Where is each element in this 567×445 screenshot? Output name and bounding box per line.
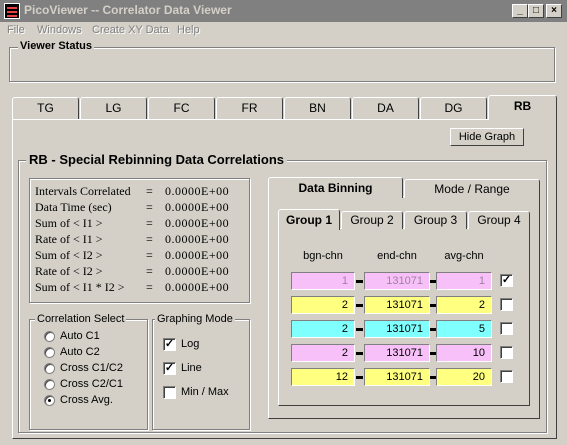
range-dash [356, 376, 363, 379]
range-dash [356, 328, 363, 331]
correlation-value: 0.0000E+00 [165, 232, 230, 246]
correlation-label: Sum of < I1 > [35, 216, 103, 230]
menu-bar: File Windows Create XY Data Help [0, 22, 567, 40]
checkbox[interactable]: ✓ [163, 338, 176, 351]
correlation-label: Sum of < I1 * I2 > [35, 280, 125, 294]
tab-rb[interactable]: RB [488, 95, 557, 120]
bgn-chn-field[interactable]: 2 [291, 344, 355, 362]
viewer-status-text [14, 56, 544, 76]
bgn-chn-field[interactable]: 2 [291, 320, 355, 338]
checkbox[interactable]: ✓ [163, 362, 176, 375]
correlation-value: 0.0000E+00 [165, 248, 230, 262]
checkbox-label[interactable]: Log [181, 338, 199, 350]
checkbox-label[interactable]: Line [181, 362, 202, 374]
section-title: RB - Special Rebinning Data Correlations [26, 152, 287, 167]
correlation-select-label: Correlation Select [35, 313, 127, 325]
avg-chn-field[interactable]: 5 [436, 320, 492, 338]
equals-sign: = [146, 216, 153, 230]
tab-dg[interactable]: DG [420, 97, 487, 119]
radio-label[interactable]: Cross C2/C1 [60, 378, 123, 390]
radio-label[interactable]: Cross Avg. [60, 394, 113, 406]
range-dash [356, 280, 363, 283]
tab-lg[interactable]: LG [80, 97, 147, 119]
radio-button[interactable] [44, 347, 55, 358]
end-chn-field[interactable]: 131071 [364, 368, 430, 386]
bgn-chn-field[interactable]: 12 [291, 368, 355, 386]
bgn-chn-field[interactable]: 2 [291, 296, 355, 314]
radio-label[interactable]: Auto C2 [60, 346, 100, 358]
range-dash [356, 304, 363, 307]
equals-sign: = [146, 184, 153, 198]
graphing-mode-label: Graphing Mode [155, 313, 235, 325]
checkbox-label[interactable]: Min / Max [181, 386, 229, 398]
maximize-button[interactable]: □ [528, 4, 544, 18]
equals-sign: = [146, 280, 153, 294]
equals-sign: = [146, 264, 153, 278]
equals-sign: = [146, 248, 153, 262]
correlation-value: 0.0000E+00 [165, 184, 230, 198]
radio-button[interactable] [44, 379, 55, 390]
correlation-label: Data Time (sec) [35, 200, 112, 214]
radio-label[interactable]: Auto C1 [60, 330, 100, 342]
correlation-value: 0.0000E+00 [165, 264, 230, 278]
tab-group-2[interactable]: Group 2 [341, 211, 403, 229]
menu-file[interactable]: File [7, 24, 25, 36]
tab-tg[interactable]: TG [12, 97, 79, 119]
end-chn-field[interactable]: 131071 [364, 296, 430, 314]
minimize-button[interactable]: _ [512, 4, 528, 18]
correlation-label: Sum of < I2 > [35, 248, 103, 262]
window-title: PicoViewer -- Correlator Data Viewer [24, 3, 232, 17]
radio-button[interactable] [44, 331, 55, 342]
menu-windows[interactable]: Windows [37, 24, 82, 36]
equals-sign: = [146, 232, 153, 246]
viewer-status-label: Viewer Status [18, 40, 94, 52]
avg-chn-field[interactable]: 10 [436, 344, 492, 362]
avg-chn-field[interactable]: 1 [436, 272, 492, 290]
hide-graph-button[interactable]: Hide Graph [450, 128, 524, 146]
correlation-label: Intervals Correlated [35, 184, 131, 198]
tab-group-4[interactable]: Group 4 [468, 211, 530, 229]
bgn-chn-field[interactable]: 1 [291, 272, 355, 290]
correlation-value: 0.0000E+00 [165, 200, 230, 214]
tab-da[interactable]: DA [352, 97, 419, 119]
range-dash [356, 352, 363, 355]
end-chn-field[interactable]: 131071 [364, 344, 430, 362]
column-header-avg-chn: avg-chn [444, 250, 484, 262]
menu-help[interactable]: Help [177, 24, 200, 36]
radio-button[interactable] [44, 363, 55, 374]
correlation-value: 0.0000E+00 [165, 280, 230, 294]
radio-button[interactable] [44, 395, 55, 406]
avg-chn-field[interactable]: 2 [436, 296, 492, 314]
end-chn-field[interactable]: 131071 [364, 320, 430, 338]
correlation-label: Rate of < I1 > [35, 232, 103, 246]
tab-group-1[interactable]: Group 1 [278, 209, 340, 230]
app-icon [4, 3, 20, 19]
tab-group-3[interactable]: Group 3 [404, 211, 467, 229]
correlation-label: Rate of < I2 > [35, 264, 103, 278]
tab-fr[interactable]: FR [216, 97, 283, 119]
title-bar[interactable]: PicoViewer -- Correlator Data Viewer _ □… [0, 0, 567, 22]
radio-label[interactable]: Cross C1/C2 [60, 362, 123, 374]
close-button[interactable]: × [546, 4, 562, 18]
menu-create-xy-data[interactable]: Create XY Data [92, 24, 169, 36]
correlation-value: 0.0000E+00 [165, 216, 230, 230]
column-header-end-chn: end-chn [377, 250, 417, 262]
column-header-bgn-chn: bgn-chn [303, 250, 343, 262]
end-chn-field[interactable]: 131071 [364, 272, 430, 290]
tab-mode-range[interactable]: Mode / Range [404, 179, 540, 198]
tab-fc[interactable]: FC [148, 97, 215, 119]
tab-data-binning[interactable]: Data Binning [268, 177, 403, 198]
avg-chn-field[interactable]: 20 [436, 368, 492, 386]
tab-bn[interactable]: BN [284, 97, 351, 119]
equals-sign: = [146, 200, 153, 214]
checkbox[interactable] [163, 386, 176, 399]
